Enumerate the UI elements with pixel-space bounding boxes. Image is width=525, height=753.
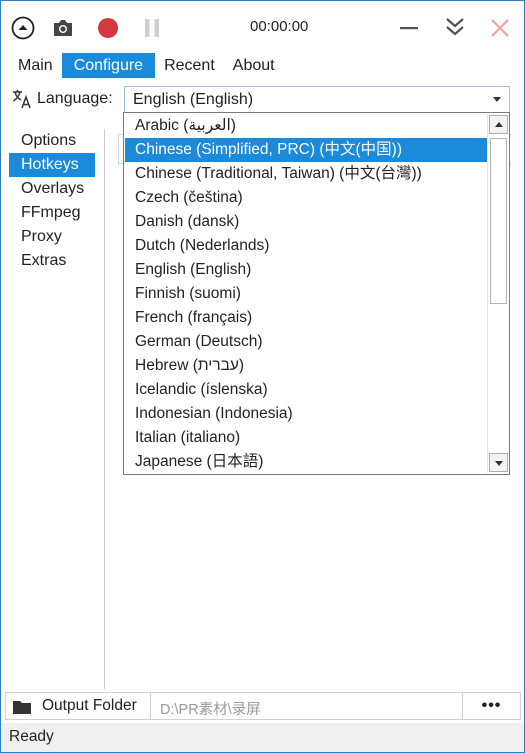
language-option[interactable]: Dutch (Nederlands): [125, 234, 487, 258]
screenshot-button[interactable]: [51, 17, 75, 39]
double-chevron-down-icon: [446, 18, 464, 36]
scroll-up-button[interactable]: [489, 115, 508, 134]
nav-item-ffmpeg[interactable]: FFmpeg: [9, 201, 95, 225]
settings-nav: Options Hotkeys Overlays FFmpeg Proxy Ex…: [9, 129, 95, 273]
language-label: Language:: [37, 90, 113, 107]
nav-item-hotkeys[interactable]: Hotkeys: [9, 153, 95, 177]
recording-timer: 00:00:00: [250, 18, 309, 35]
output-folder-bar: Output Folder D:\PR素材\录屏 •••: [5, 692, 521, 720]
nav-item-extras[interactable]: Extras: [9, 249, 95, 273]
output-folder-button[interactable]: Output Folder: [6, 693, 151, 719]
language-option[interactable]: Chinese (Traditional, Taiwan) (中文(台灣)): [125, 162, 487, 186]
translate-icon: [12, 89, 32, 113]
language-option[interactable]: Hebrew (עברית): [125, 354, 487, 378]
language-selected-value: English (English): [133, 91, 254, 108]
more-options-button[interactable]: •••: [462, 693, 520, 719]
nav-item-options[interactable]: Options: [9, 129, 95, 153]
dropdown-scrollbar[interactable]: [487, 114, 508, 473]
language-option[interactable]: Finnish (suomi): [125, 282, 487, 306]
minimize-to-tray-button[interactable]: [443, 15, 467, 39]
language-option[interactable]: Danish (dansk): [125, 210, 487, 234]
language-option[interactable]: German (Deutsch): [125, 330, 487, 354]
chevron-down-icon: [495, 461, 503, 466]
language-option[interactable]: Italian (italiano): [125, 426, 487, 450]
output-path-field[interactable]: D:\PR素材\录屏: [160, 698, 261, 719]
main-tabs: Main Configure Recent About: [9, 53, 284, 78]
close-button[interactable]: [488, 16, 512, 40]
status-bar: Ready: [1, 723, 524, 752]
tab-configure[interactable]: Configure: [61, 53, 156, 78]
language-option[interactable]: Icelandic (íslenska): [125, 378, 487, 402]
chevron-down-icon: [493, 97, 501, 102]
collapse-toolbar-icon: [11, 16, 35, 40]
language-option[interactable]: Japanese (日本語): [125, 450, 487, 474]
output-folder-label: Output Folder: [42, 697, 137, 714]
language-select[interactable]: English (English): [124, 86, 510, 113]
language-option[interactable]: Indonesian (Indonesia): [125, 402, 487, 426]
collapse-toolbar-button[interactable]: [11, 16, 35, 40]
language-option[interactable]: French (français): [125, 306, 487, 330]
nav-item-overlays[interactable]: Overlays: [9, 177, 95, 201]
language-options: Arabic (العربية) Chinese (Simplified, PR…: [125, 114, 487, 474]
tab-about[interactable]: About: [224, 53, 284, 78]
chevron-up-icon: [495, 122, 503, 127]
record-icon: [98, 18, 118, 38]
language-option[interactable]: English (English): [125, 258, 487, 282]
tab-recent[interactable]: Recent: [155, 53, 224, 78]
language-option[interactable]: Arabic (العربية): [125, 114, 487, 138]
toolbar: 00:00:00: [1, 1, 524, 51]
folder-icon: [12, 699, 32, 719]
minimize-button[interactable]: [397, 16, 421, 40]
language-option[interactable]: Chinese (Simplified, PRC) (中文(中国)): [125, 138, 487, 162]
status-text: Ready: [9, 728, 54, 745]
scrollbar-thumb[interactable]: [490, 138, 507, 304]
pause-icon: [145, 19, 159, 37]
nav-divider: [104, 129, 105, 689]
nav-item-proxy[interactable]: Proxy: [9, 225, 95, 249]
tab-main[interactable]: Main: [9, 53, 62, 78]
language-dropdown-list: Arabic (العربية) Chinese (Simplified, PR…: [123, 112, 510, 475]
pause-button[interactable]: [140, 16, 164, 40]
record-button[interactable]: [96, 16, 120, 40]
camera-icon: [54, 20, 72, 36]
close-icon: [491, 19, 509, 37]
minimize-icon: [400, 27, 418, 30]
app-window: 00:00:00 Main Configure Recent About Lan…: [0, 0, 525, 753]
scroll-down-button[interactable]: [489, 453, 508, 472]
language-option[interactable]: Czech (čeština): [125, 186, 487, 210]
